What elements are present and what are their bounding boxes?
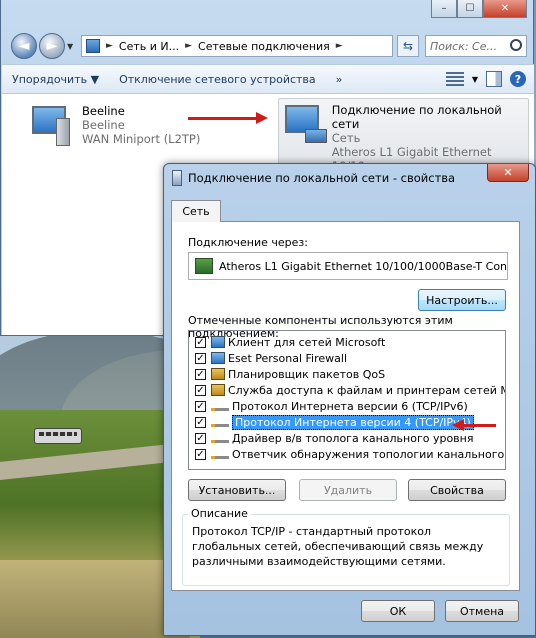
component-label: Служба доступа к файлам и принтерам сете…	[228, 383, 505, 397]
component-label: Протокол Интернета версии 6 (TCP/IPv6)	[232, 399, 468, 413]
breadcrumb-separator-icon[interactable]: ►	[185, 41, 192, 51]
search-icon[interactable]	[510, 39, 522, 51]
component-label: Ответчик обнаружения топологии канальног…	[232, 447, 505, 461]
breadcrumb-separator-icon[interactable]: ►	[106, 41, 113, 51]
component-label: Планировщик пакетов QoS	[228, 367, 386, 381]
connection-status: Beeline	[82, 118, 125, 132]
forward-button[interactable]: ►	[39, 33, 65, 59]
connection-beeline[interactable]: Beeline Beeline WAN Miniport (L2TP)	[30, 104, 200, 148]
component-label: Протокол Интернета версии 4 (TCP/IPv4)	[232, 414, 474, 430]
component-checkbox[interactable]: ✓	[195, 336, 206, 348]
ok-button[interactable]: ОК	[361, 600, 435, 622]
address-bar[interactable]: ► Сеть и И... ► Сетевые подключения ►	[81, 35, 393, 57]
service-icon	[211, 368, 225, 380]
minimize-button[interactable]: –	[431, 0, 457, 18]
vpn-connection-icon	[30, 104, 74, 148]
back-button[interactable]: ◄	[11, 33, 37, 59]
component-label: Драйвер в/в тополога канального уровня	[232, 431, 474, 445]
install-button[interactable]: Установить...	[188, 479, 286, 501]
component-checkbox[interactable]: ✓	[195, 352, 206, 364]
description-label: Описание	[188, 507, 251, 520]
lan-connection-icon	[283, 103, 327, 147]
dialog-close-button[interactable]: ✕	[487, 164, 529, 182]
description-text: Протокол TCP/IP - стандартный протокол г…	[192, 525, 484, 568]
search-input[interactable]: Поиск: Се...	[425, 35, 527, 57]
list-item[interactable]: ✓ Служба доступа к файлам и принтерам се…	[189, 382, 505, 398]
component-label: Eset Personal Firewall	[228, 351, 347, 365]
properties-dialog: Подключение по локальной сети - свойства…	[163, 163, 536, 636]
breadcrumb-connections[interactable]: Сетевые подключения	[198, 40, 330, 53]
arrow-right-icon: ►	[46, 38, 58, 54]
protocol-icon	[211, 423, 229, 427]
preview-pane-icon[interactable]	[486, 71, 502, 87]
adapter-field: Atheros L1 Gigabit Ethernet 10/100/1000B…	[188, 252, 508, 280]
service-icon	[211, 384, 225, 396]
tab-network[interactable]: Сеть	[171, 200, 221, 222]
annotation-arrow-icon	[188, 112, 268, 124]
components-list[interactable]: ✓ Клиент для сетей Microsoft ✓ Eset Pers…	[188, 330, 506, 470]
component-checkbox[interactable]: ✓	[195, 432, 206, 444]
command-bar: Упорядочить ▼ Отключение сетевого устрой…	[2, 64, 534, 94]
dialog-title-bar: Подключение по локальной сети - свойства	[172, 170, 455, 186]
cancel-button[interactable]: Отмена	[445, 600, 519, 622]
help-icon[interactable]: ?	[510, 71, 526, 87]
component-checkbox[interactable]: ✓	[195, 368, 206, 380]
protocol-icon	[211, 455, 229, 459]
view-dropdown-icon[interactable]: ▼	[472, 75, 478, 84]
network-adapter-icon	[195, 258, 213, 274]
change-view-icon[interactable]	[445, 72, 464, 86]
wallpaper-field	[0, 560, 190, 638]
component-label: Клиент для сетей Microsoft	[228, 335, 386, 349]
component-checkbox[interactable]: ✓	[195, 400, 206, 412]
network-cable-icon	[172, 170, 182, 186]
connection-name: Beeline	[82, 104, 125, 118]
connection-name: Подключение по локальной сети	[331, 103, 502, 131]
arrow-left-icon: ◄	[18, 38, 30, 54]
configure-button[interactable]: Настроить...	[418, 289, 506, 311]
history-dropdown-icon[interactable]: ▼	[67, 42, 73, 51]
address-row: ◄ ► ▼ ► Сеть и И... ► Сетевые подключени…	[1, 30, 535, 64]
wallpaper-bus	[34, 428, 82, 444]
network-tab-panel: Подключение через: Atheros L1 Gigabit Et…	[171, 221, 520, 591]
connection-device: WAN Miniport (L2TP)	[82, 132, 201, 146]
network-folder-icon	[86, 39, 100, 53]
refresh-button[interactable]: ⇆	[397, 35, 419, 57]
organize-button[interactable]: Упорядочить ▼	[2, 73, 109, 86]
list-item[interactable]: ✓ Eset Personal Firewall	[189, 350, 505, 366]
protocol-icon	[211, 407, 229, 411]
adapter-name: Atheros L1 Gigabit Ethernet 10/100/1000B…	[219, 259, 508, 273]
properties-button[interactable]: Свойства	[408, 479, 506, 501]
component-checkbox[interactable]: ✓	[195, 448, 206, 460]
component-checkbox[interactable]: ✓	[195, 416, 206, 428]
more-commands-button[interactable]: »	[326, 73, 353, 86]
breadcrumb-network[interactable]: Сеть и И...	[119, 40, 179, 53]
list-item[interactable]: ✓ Драйвер в/в тополога канального уровня	[189, 430, 505, 446]
connection-status: Сеть	[331, 131, 361, 145]
dialog-title: Подключение по локальной сети - свойства	[188, 171, 456, 185]
client-icon	[211, 336, 225, 348]
connect-via-label: Подключение через:	[188, 236, 308, 249]
list-item[interactable]: ✓ Ответчик обнаружения топологии канальн…	[189, 446, 505, 462]
maximize-button[interactable]: ☐	[457, 0, 483, 18]
protocol-icon	[211, 439, 229, 443]
component-checkbox[interactable]: ✓	[195, 384, 206, 396]
disconnect-device-button[interactable]: Отключение сетевого устройства	[109, 73, 326, 86]
search-placeholder: Поиск: Се...	[430, 39, 497, 53]
window-controls: – ☐ ✕	[431, 0, 527, 18]
refresh-icon: ⇆	[402, 39, 414, 53]
list-item[interactable]: ✓ Протокол Интернета версии 6 (TCP/IPv6)	[189, 398, 505, 414]
list-item[interactable]: ✓ Планировщик пакетов QoS	[189, 366, 505, 382]
breadcrumb-separator-icon[interactable]: ►	[336, 41, 343, 51]
list-item[interactable]: ✓ Клиент для сетей Microsoft	[189, 334, 505, 350]
annotation-arrow-icon	[452, 419, 496, 431]
close-button[interactable]: ✕	[483, 0, 527, 18]
firewall-icon	[211, 352, 225, 364]
remove-button[interactable]: Удалить	[299, 479, 397, 501]
